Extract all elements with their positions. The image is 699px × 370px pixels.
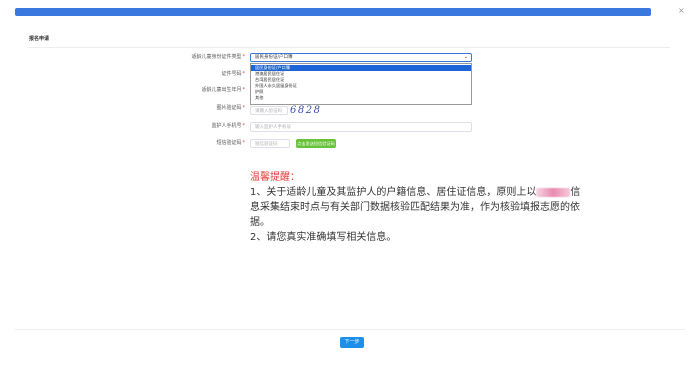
required-mark: * [242,105,246,111]
guardian-phone-label: 监护人手机号* [155,122,245,130]
id-number-label-text: 证件号码 [221,71,242,77]
tip-line-1-start: 1、关于适龄儿童及其监护人的户籍信息、居住证信息，原则上以 [250,187,537,198]
top-progress-bar [15,8,651,16]
id-type-option[interactable]: 其他 [251,95,471,101]
image-captcha-placeholder: 请输入验证码 [255,109,282,114]
footer-divider [15,329,685,330]
id-type-label: 适龄儿童身份证件类型* [155,53,245,61]
sms-code-label: 短信验证码* [155,139,245,147]
sms-code-placeholder: 短信验证码 [255,142,278,147]
birth-date-label-text: 适龄儿童出生年月 [201,87,242,93]
image-captcha-input[interactable]: 请输入验证码 [250,106,288,115]
guardian-phone-label-text: 监护人手机号 [211,123,242,129]
chevron-down-icon: ⌄ [463,54,468,60]
tip-line-2: 息采集结束时点与有关部门数据核验匹配结果为准，作为核验填报志愿的依 [250,202,580,213]
id-number-label: 证件号码* [155,70,245,78]
send-sms-button[interactable]: 点击发送短信验证码 [296,139,336,148]
next-step-button[interactable]: 下一步 [340,337,364,348]
sms-code-label-text: 短信验证码 [216,140,242,146]
guardian-phone-placeholder: 输入监护人手机号 [255,125,291,130]
image-captcha-label-text: 图片验证码 [216,105,242,111]
tip-line-3: 据。 [250,217,270,228]
captcha-image[interactable]: 6828 [290,105,321,117]
id-type-dropdown-list[interactable]: 居民身份证/户口簿 港澳居民居住证 台湾居民居住证 外国人永久居留身份证 护照 … [250,63,472,105]
redacted-text [536,187,571,197]
tip-line-4: 2、请您真实准确填写相关信息。 [250,232,397,243]
tip-line-1: 1、关于适龄儿童及其监护人的户籍信息、居住证信息，原则上以 信 [250,187,580,199]
tip-line-1-end: 信 [570,187,581,198]
page-title: 报名申请 [29,36,50,42]
required-mark: * [242,123,246,129]
required-mark: * [242,54,246,60]
id-type-select[interactable]: 居民身份证/户口簿 ⌄ [250,53,472,62]
id-type-selected-value: 居民身份证/户口簿 [255,55,293,60]
title-divider [27,47,670,48]
required-mark: * [242,71,246,77]
sms-code-input[interactable]: 短信验证码 [250,139,290,148]
required-mark: * [242,87,246,93]
required-mark: * [242,140,246,146]
birth-date-label: 适龄儿童出生年月* [155,86,245,94]
close-icon[interactable]: × [678,6,685,16]
tips-title: 温馨提醒： [250,172,300,183]
id-type-label-text: 适龄儿童身份证件类型 [191,54,242,60]
guardian-phone-input[interactable]: 输入监护人手机号 [250,122,472,132]
image-captcha-label: 图片验证码* [155,104,245,112]
